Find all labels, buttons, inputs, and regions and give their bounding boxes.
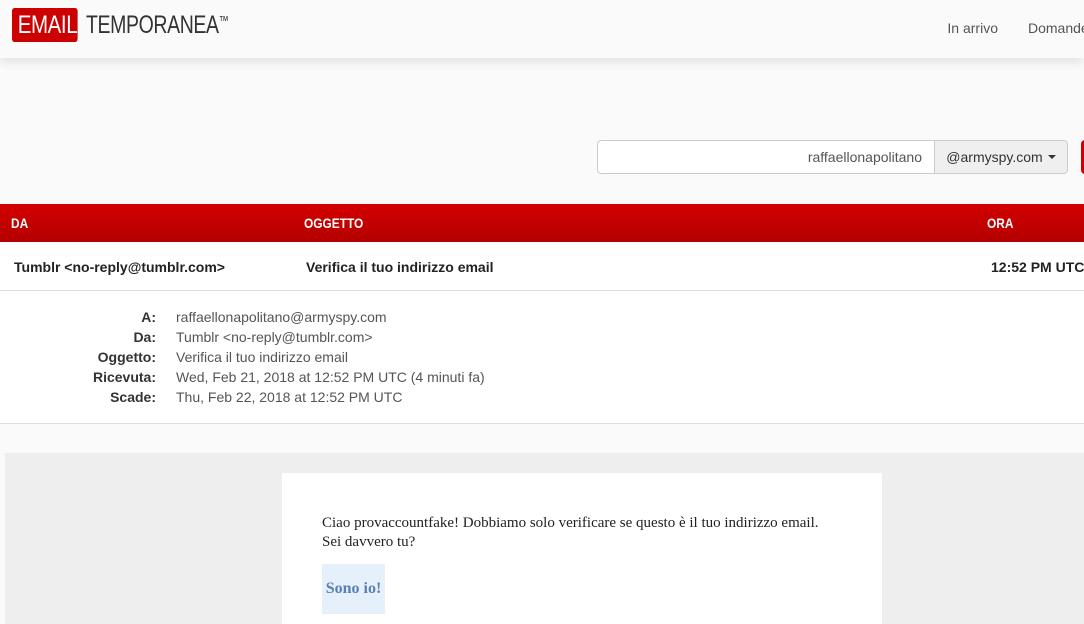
message-time: 12:52 PM UTC	[991, 259, 1084, 275]
detail-label: Oggetto:	[97, 349, 156, 365]
detail-value: Verifica il tuo indirizzo email	[176, 349, 348, 365]
message-from: Tumblr <no-reply@tumblr.com>	[14, 259, 225, 275]
navbar: EMAIL TEMPORANEA™ In arrivo Domande	[0, 0, 1084, 58]
detail-label: Ricevuta:	[92, 369, 156, 385]
detail-value: raffaellonapolitano@armyspy.com	[176, 309, 387, 325]
email-body-area: Ciao provaccountfake! Dobbiamo solo veri…	[5, 453, 1084, 624]
inbox-header: DA OGGETTO ORA	[0, 204, 1084, 242]
domain-dropdown[interactable]: @armyspy.com	[935, 140, 1068, 174]
detail-label: Scade:	[110, 389, 156, 405]
logo-box: EMAIL	[12, 8, 78, 42]
detail-label: A:	[141, 309, 156, 325]
detail-row-subject: Oggetto: Verifica il tuo indirizzo email	[0, 349, 1084, 369]
verify-button[interactable]: Sono io!	[322, 564, 385, 614]
caret-down-icon	[1047, 155, 1056, 159]
message-subject: Verifica il tuo indirizzo email	[306, 259, 494, 275]
detail-row-from: Da: Tumblr <no-reply@tumblr.com>	[0, 329, 1084, 349]
message-row[interactable]: Tumblr <no-reply@tumblr.com> Verifica il…	[0, 242, 1084, 291]
nav-links: In arrivo Domande	[917, 20, 1084, 36]
detail-row-received: Ricevuta: Wed, Feb 21, 2018 at 12:52 PM …	[0, 369, 1084, 389]
detail-label: Da:	[133, 329, 156, 345]
logo-name: TEMPORANEA	[86, 11, 219, 39]
detail-row-to: A: raffaellonapolitano@armyspy.com	[0, 309, 1084, 329]
logo-text: TEMPORANEA™	[86, 10, 229, 40]
detail-value: Wed, Feb 21, 2018 at 12:52 PM UTC (4 min…	[176, 369, 485, 385]
username-input[interactable]	[597, 140, 935, 174]
detail-value: Tumblr <no-reply@tumblr.com>	[176, 329, 373, 345]
detail-value: Thu, Feb 22, 2018 at 12:52 PM UTC	[176, 389, 403, 405]
email-body-text: Ciao provaccountfake! Dobbiamo solo veri…	[322, 515, 819, 550]
message-details: A: raffaellonapolitano@armyspy.com Da: T…	[0, 291, 1084, 424]
detail-row-expires: Scade: Thu, Feb 22, 2018 at 12:52 PM UTC	[0, 389, 1084, 409]
address-selector: @armyspy.com	[597, 140, 1068, 174]
logo[interactable]: EMAIL TEMPORANEA™	[12, 8, 269, 42]
nav-inbox-link[interactable]: In arrivo	[947, 20, 998, 36]
header-from: DA	[11, 215, 29, 231]
nav-faq-link[interactable]: Domande	[1028, 20, 1084, 36]
header-subject: OGGETTO	[304, 215, 364, 231]
logo-tm: ™	[218, 13, 229, 28]
header-time: ORA	[987, 215, 1014, 231]
email-card: Ciao provaccountfake! Dobbiamo solo veri…	[282, 473, 882, 624]
domain-label: @armyspy.com	[946, 149, 1043, 165]
